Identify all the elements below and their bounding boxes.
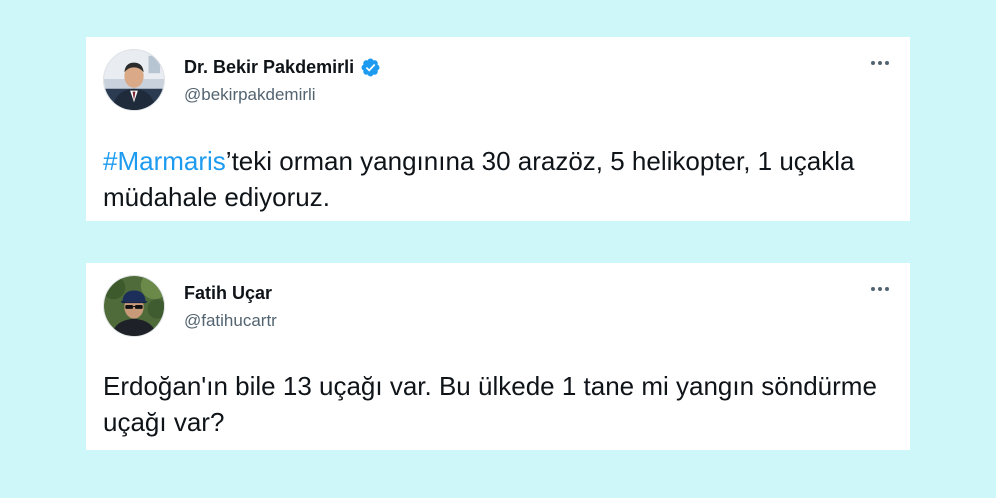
tweet-text: Erdoğan'ın bile 13 uçağı var. Bu ülkede …: [103, 371, 877, 437]
display-name[interactable]: Dr. Bekir Pakdemirli: [184, 57, 354, 78]
hashtag-link[interactable]: #Marmaris: [103, 146, 226, 176]
name-row: Dr. Bekir Pakdemirli: [184, 55, 381, 79]
more-horizontal-icon: [871, 61, 889, 65]
avatar[interactable]: [103, 275, 165, 337]
avatar-portrait-icon: [104, 276, 164, 336]
tweet-card[interactable]: Fatih Uçar @fatihucartr Erdoğan'ın bile …: [86, 263, 910, 450]
more-horizontal-icon: [871, 287, 889, 291]
more-options-button[interactable]: [868, 51, 892, 75]
author-info: Fatih Uçar @fatihucartr: [184, 281, 277, 331]
author-info: Dr. Bekir Pakdemirli @bekirpakdemirli: [184, 55, 381, 105]
display-name[interactable]: Fatih Uçar: [184, 283, 272, 304]
name-row: Fatih Uçar: [184, 281, 277, 305]
handle[interactable]: @bekirpakdemirli: [184, 85, 381, 105]
tweet-card[interactable]: Dr. Bekir Pakdemirli @bekirpakdemirli #M…: [86, 37, 910, 221]
avatar-portrait-icon: [104, 50, 164, 110]
tweet-text: #Marmaris’teki orman yangınına 30 arazöz…: [103, 143, 886, 215]
handle[interactable]: @fatihucartr: [184, 311, 277, 331]
verified-badge-icon: [361, 58, 380, 76]
avatar[interactable]: [103, 49, 165, 111]
more-options-button[interactable]: [868, 277, 892, 301]
